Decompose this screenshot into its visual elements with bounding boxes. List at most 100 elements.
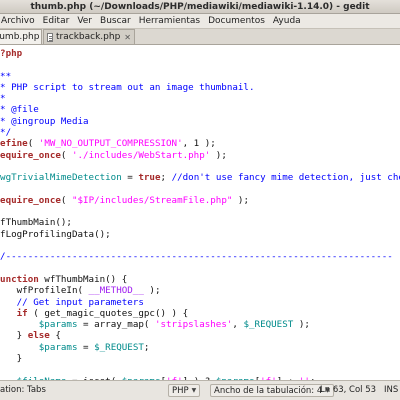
code-token: ); [232,194,249,206]
document-tabs: thumb.php ✕ trackback.php ✕ [0,29,400,45]
tab-label: thumb.php [0,32,40,42]
code-line[interactable] [0,240,400,251]
code-token: $_REQUEST [243,319,294,331]
code-line[interactable]: //--------------------------------------… [0,251,400,262]
code-token: //--------------------------------------… [0,251,393,263]
code-line[interactable]: // Get input parameters [0,297,400,308]
code-line[interactable]: wfThumbMain(); [0,217,400,228]
code-token: ); [143,285,161,297]
code-line[interactable] [0,364,400,375]
code-token: function [0,273,39,285]
code-line[interactable]: * @file [0,104,400,115]
code-token: $wgTrivialMimeDetection [0,172,122,184]
menu-herramientas[interactable]: Herramientas [135,16,204,26]
code-token: require_once [0,149,61,161]
code-line[interactable]: * PHP script to stream out an image thum… [0,82,400,93]
code-token: */ [0,127,12,139]
code-token: if [16,307,28,319]
code-token: /** [0,70,12,82]
status-message: ation: Tabs [0,385,46,395]
code-line[interactable] [0,206,400,217]
code-token: , 1 ); [182,138,216,150]
code-token: //don't use fancy mime detection, just c… [171,172,400,184]
tab-trackback-php[interactable]: trackback.php ✕ [43,29,135,44]
text-editor[interactable]: <?php /** * PHP script to stream out an i… [0,45,400,380]
code-token: 'stripslashes' [154,319,233,331]
code-line[interactable]: define( 'MW_NO_OUTPUT_COMPRESSION', 1 ); [0,138,400,149]
code-token: true [138,172,161,184]
code-token: , [232,319,244,331]
code-token: // Get input parameters [0,296,144,308]
statusbar: ation: Tabs PHP ▼ Ancho de la tabulación… [0,380,400,400]
code-token: } [16,330,23,342]
code-line[interactable]: * @ingroup Media [0,116,400,127]
code-token: } [16,353,23,365]
code-token: * @ingroup Media [0,115,89,127]
code-line[interactable] [0,263,400,274]
code-token: = [77,341,95,353]
code-token: = [121,172,139,184]
menu-ayuda[interactable]: Ayuda [269,16,305,26]
code-token: "$IP/includes/StreamFile.php" [71,194,233,206]
code-line[interactable]: } else { [0,330,400,341]
code-view[interactable]: <?php /** * PHP script to stream out an i… [0,45,400,380]
code-line[interactable]: $params = array_map( 'stripslashes', $_R… [0,319,400,330]
code-line[interactable]: $wgTrivialMimeDetection = true; //don't … [0,172,400,183]
code-line[interactable] [0,184,400,195]
tab-thumb-php[interactable]: thumb.php ✕ [0,29,50,44]
code-token: ; [160,172,172,184]
code-token: 'MW_NO_OUTPUT_COMPRESSION' [38,138,183,150]
document-icon [47,32,53,42]
code-line[interactable]: * [0,93,400,104]
insert-mode: INS [384,385,399,395]
code-line[interactable]: } [0,353,400,364]
code-token: $params [38,341,78,353]
window-title: thumb.php (~/Downloads/PHP/mediawiki/med… [30,1,370,12]
code-line[interactable]: if ( get_magic_quotes_gpc() ) { [0,308,400,319]
code-line[interactable]: */ [0,127,400,138]
close-icon[interactable]: ✕ [124,33,131,42]
code-token: __METHOD__ [88,285,144,297]
menu-documentos[interactable]: Documentos [204,16,269,26]
menu-ver[interactable]: Ver [73,16,96,26]
code-token: './includes/WebStart.php' [71,149,211,161]
window-titlebar: thumb.php (~/Downloads/PHP/mediawiki/med… [0,0,400,14]
code-token: require_once [0,194,61,206]
code-token: { [49,330,61,342]
code-line[interactable] [0,161,400,172]
menu-archivo[interactable]: Archivo [0,16,39,26]
language-selector[interactable]: PHP ▼ [168,384,201,397]
chevron-down-icon: ▼ [191,387,197,394]
cursor-position: Ln 63, Col 53 [320,385,377,395]
code-line[interactable]: wfProfileIn( __METHOD__ ); [0,285,400,296]
code-line[interactable]: require_once( './includes/WebStart.php' … [0,150,400,161]
code-line[interactable]: wfLogProfilingData(); [0,229,400,240]
code-token: wfProfileIn( [0,285,89,297]
code-token: define [0,138,28,150]
code-line[interactable]: require_once( "$IP/includes/StreamFile.p… [0,195,400,206]
code-line[interactable]: <?php [0,48,400,59]
code-line[interactable] [0,59,400,70]
code-line[interactable]: function wfThumbMain() { [0,274,400,285]
code-token: $params [38,319,78,331]
tab-width-selector[interactable]: Ancho de la tabulación: 4 ▼ [210,384,334,397]
code-token: ); [210,149,227,161]
code-token: else [27,330,50,342]
code-token: ( [60,149,72,161]
menu-editar[interactable]: Editar [39,16,74,26]
code-token: * [0,93,6,105]
code-token: wfLogProfilingData(); [0,228,111,240]
code-token: ( [60,194,72,206]
tab-width-label: Ancho de la tabulación: 4 [214,385,323,396]
code-token: ( [27,138,39,150]
menu-buscar[interactable]: Buscar [96,16,135,26]
code-line[interactable]: $params = $_REQUEST; [0,342,400,353]
code-line[interactable]: /** [0,71,400,82]
tab-label: trackback.php [56,32,121,42]
code-token: ); [293,319,310,331]
code-token: ( get_magic_quotes_gpc() ) { [27,307,189,319]
code-token: wfThumbMain() { [38,273,128,285]
